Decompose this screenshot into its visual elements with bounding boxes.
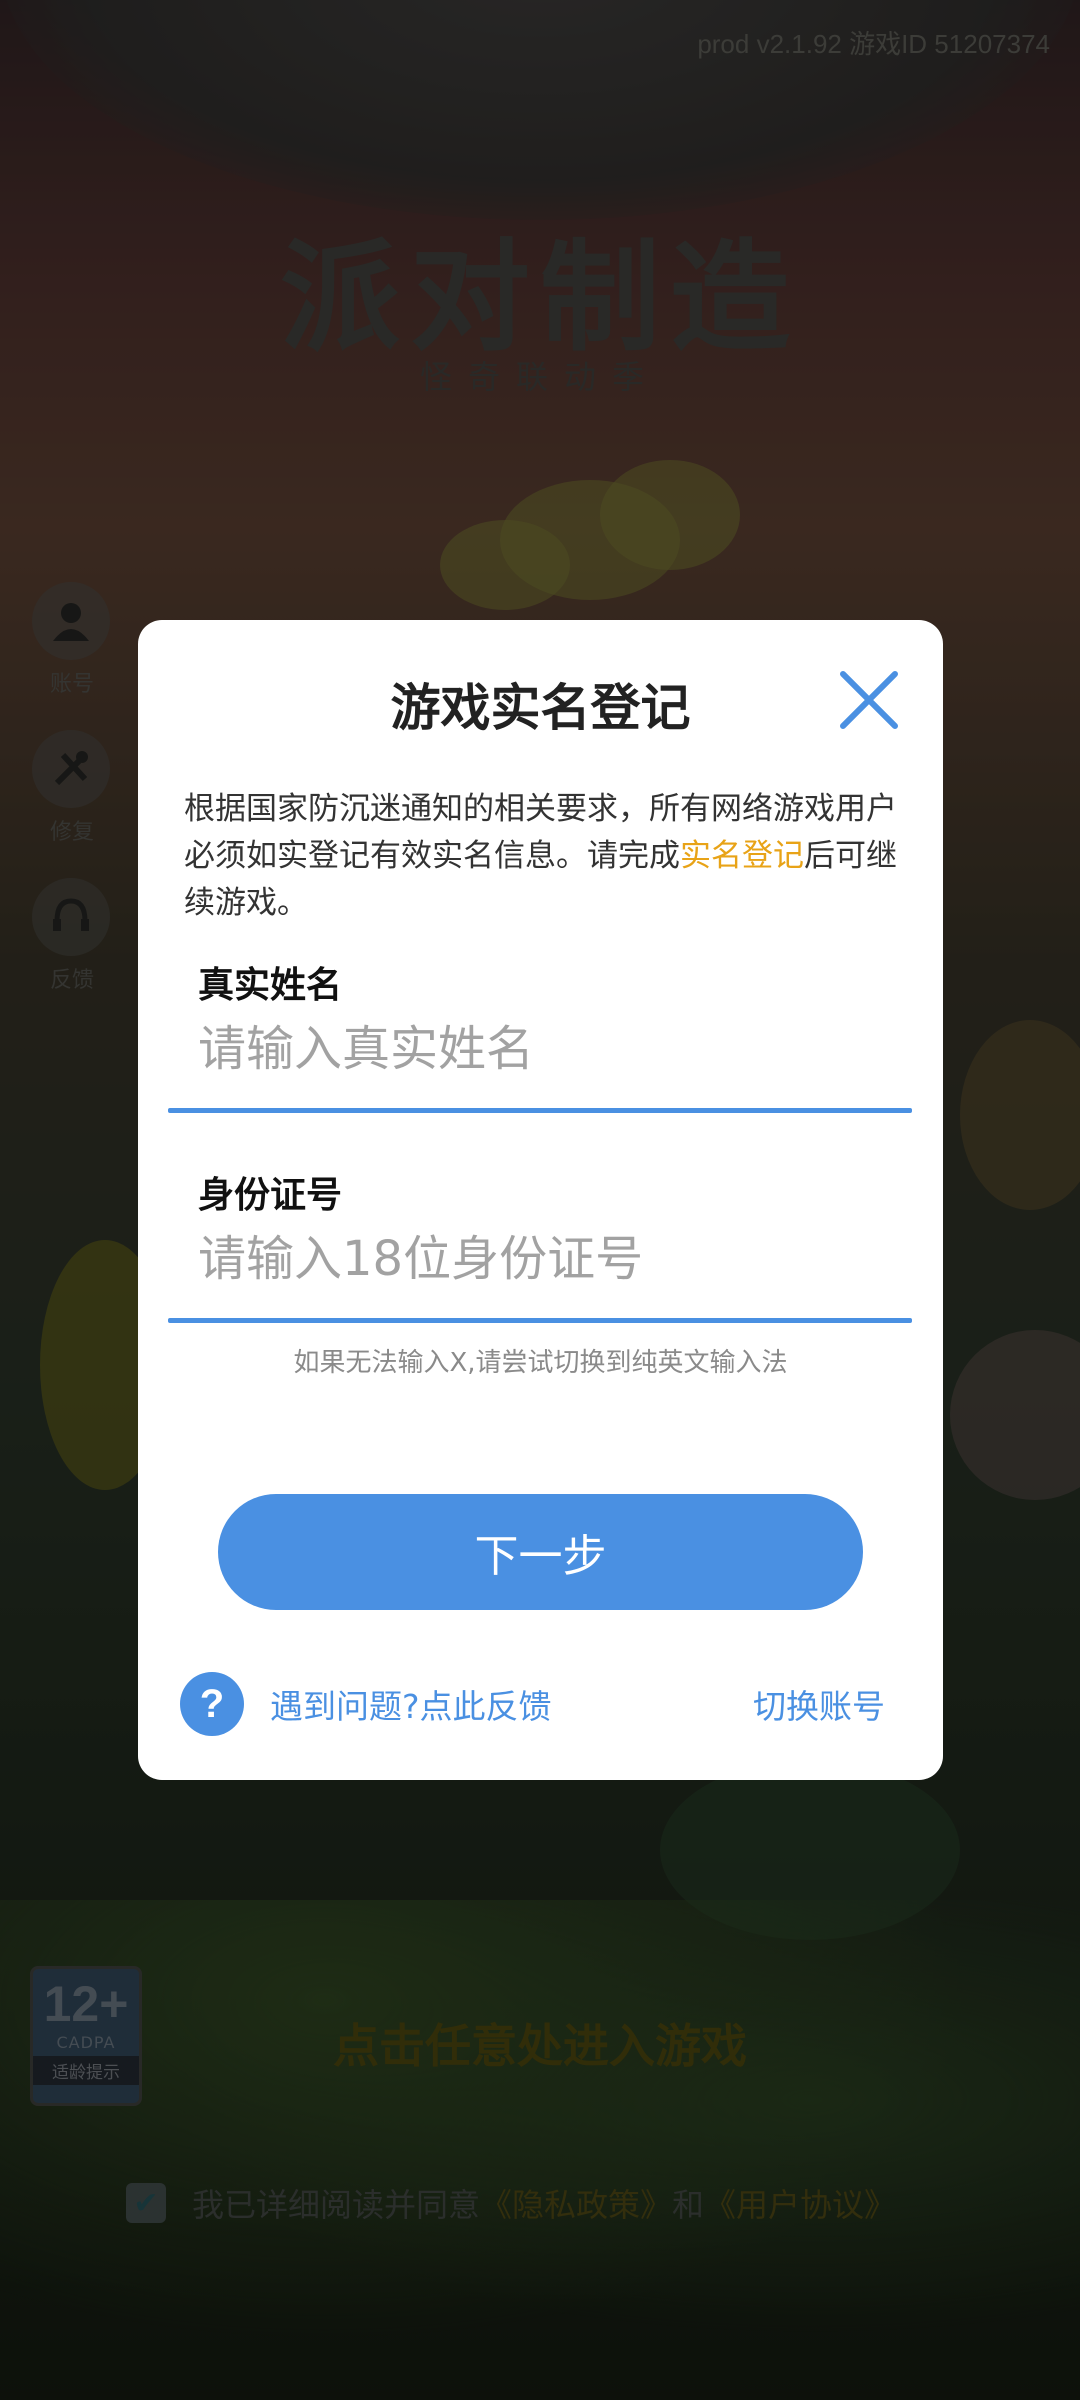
name-input[interactable] bbox=[198, 1014, 888, 1084]
feedback-text: 遇到问题?点此反馈 bbox=[270, 1687, 552, 1726]
close-button[interactable] bbox=[837, 668, 901, 732]
switch-account-link[interactable]: 切换账号 bbox=[753, 1680, 885, 1728]
game-launch-screen[interactable]: prod v2.1.92 游戏ID 51207374 派对制造 怪奇联动季 账号… bbox=[0, 0, 1080, 2400]
real-name-dialog: 游戏实名登记 根据国家防沉迷通知的相关要求，所有网络游戏用户必须如实登记有效实名… bbox=[138, 620, 943, 1780]
next-step-button[interactable]: 下一步 bbox=[218, 1494, 863, 1610]
id-field-label: 身份证号 bbox=[198, 1175, 343, 1216]
input-hint: 如果无法输入X,请尝试切换到纯英文输入法 bbox=[293, 1348, 788, 1378]
name-field: 真实姓名 bbox=[168, 956, 912, 1116]
name-field-label: 真实姓名 bbox=[198, 965, 343, 1006]
close-icon bbox=[840, 671, 898, 729]
question-icon: ? bbox=[180, 1672, 244, 1736]
notice-text: 根据国家防沉迷通知的相关要求，所有网络游戏用户必须如实登记有效实名信息。请完成实… bbox=[184, 786, 904, 927]
dialog-title: 游戏实名登记 bbox=[390, 679, 691, 737]
name-field-underline bbox=[168, 1108, 912, 1113]
feedback-link[interactable]: ? 遇到问题?点此反馈 bbox=[180, 1672, 552, 1736]
id-number-input[interactable] bbox=[198, 1224, 888, 1294]
notice-highlight: 实名登记 bbox=[680, 838, 804, 874]
id-field-underline bbox=[168, 1318, 912, 1323]
id-field: 身份证号 bbox=[168, 1166, 912, 1326]
